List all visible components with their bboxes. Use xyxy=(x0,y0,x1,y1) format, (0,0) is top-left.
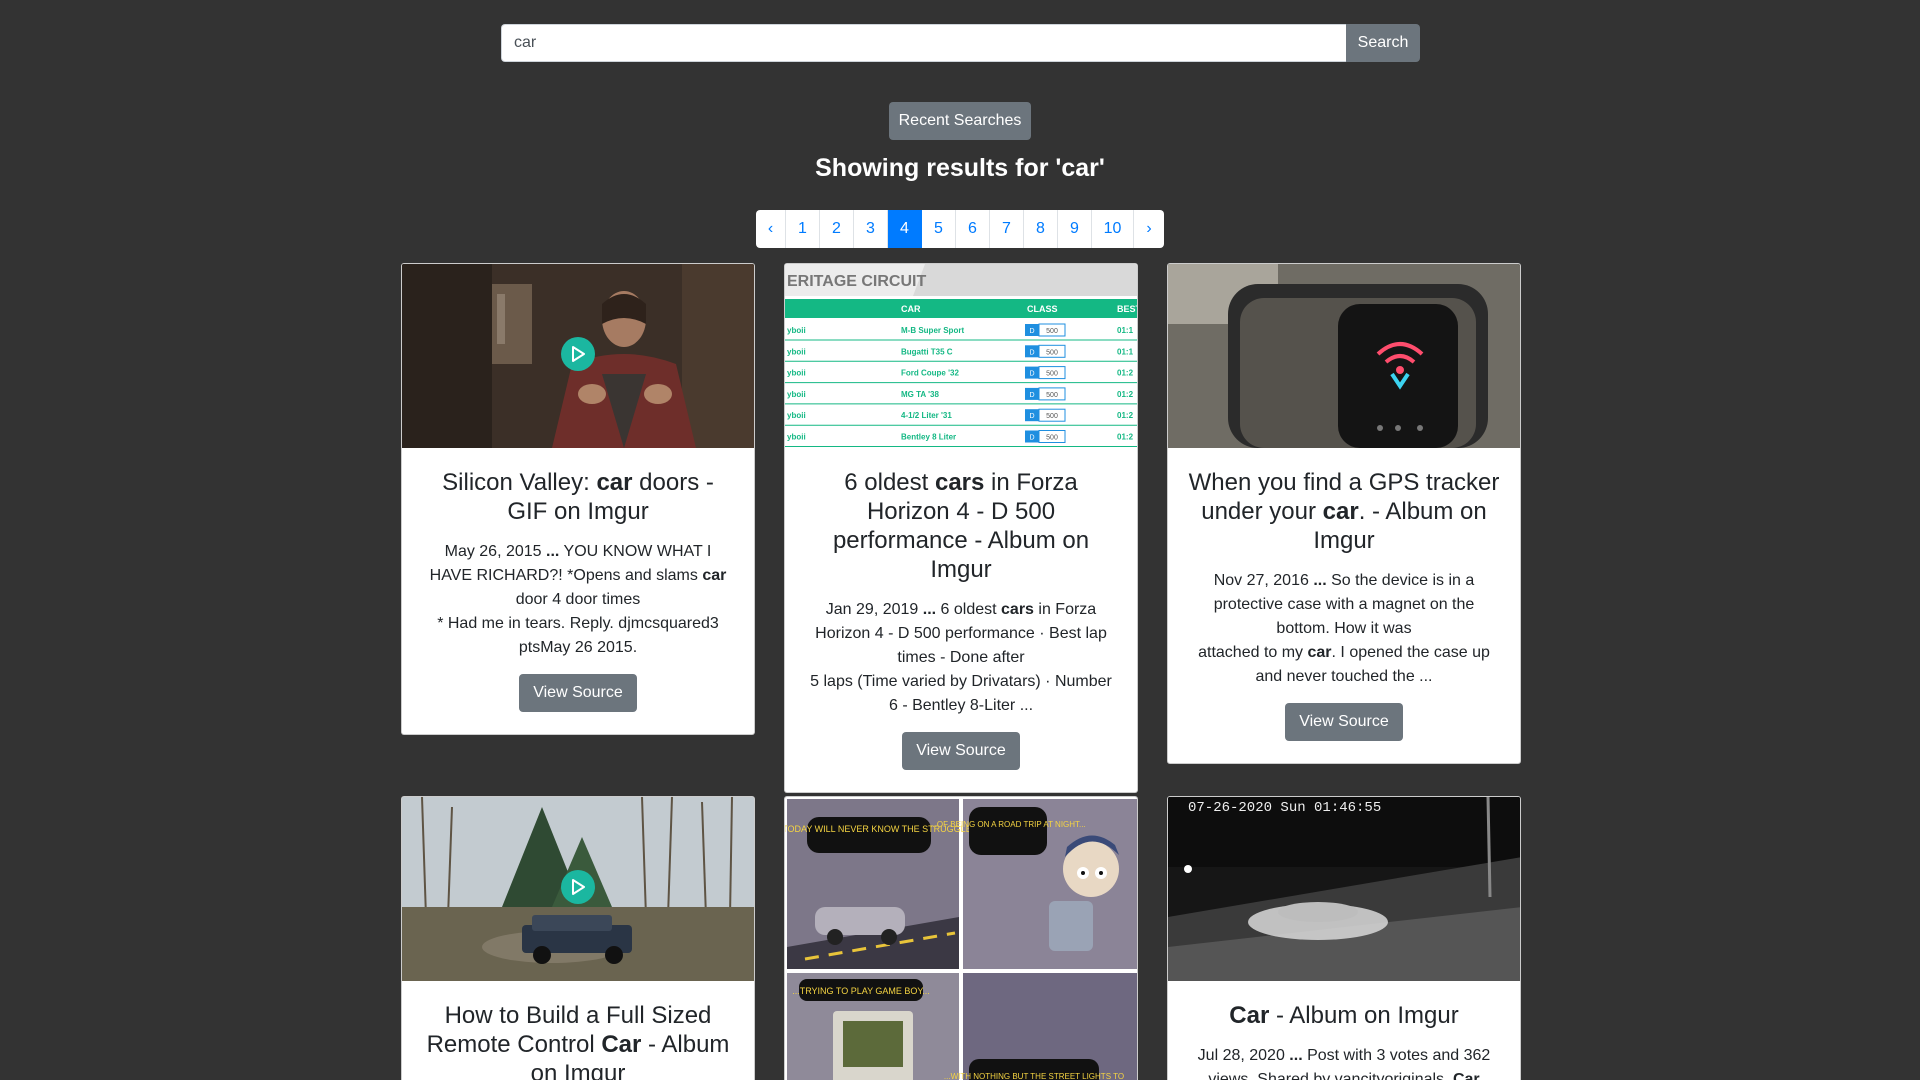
view-source-button[interactable]: View Source xyxy=(1285,703,1403,741)
table-header-best: BEST xyxy=(1117,304,1137,314)
result-card: 07-26-2020 Sun 01:46:55 Car - Album on I… xyxy=(1167,796,1521,1080)
card-snippet: Jul 28, 2020 ... Post with 3 votes and 3… xyxy=(1197,1047,1491,1080)
card-snippet: Nov 27, 2016 ... So the device is in a p… xyxy=(1198,572,1490,685)
result-thumbnail[interactable]: 07-26-2020 Sun 01:46:55 xyxy=(1168,797,1520,981)
page-link-9[interactable]: 9 xyxy=(1058,210,1092,248)
table-cell-class-letter: D xyxy=(1029,371,1034,378)
page-link-3[interactable]: 3 xyxy=(854,210,888,248)
table-cell-best: 01:2 xyxy=(1117,433,1134,442)
pagination: ‹ 1 2 3 4 5 6 7 8 9 10 › xyxy=(756,210,1164,248)
table-cell-car: Bentley 8 Liter xyxy=(901,433,956,442)
table-cell-player: yboii xyxy=(787,411,806,420)
table-cell-class-letter: D xyxy=(1029,349,1034,356)
result-thumbnail[interactable]: KIDS TODAY WILL NEVER KNOW THE STRUGGLE.… xyxy=(785,797,1137,1080)
result-thumbnail[interactable]: ERITAGE CIRCUIT CAR CLASS BEST yboii M-B … xyxy=(785,264,1137,448)
table-cell-class-value: 500 xyxy=(1046,392,1058,399)
search-button[interactable]: Search xyxy=(1346,24,1420,62)
result-card: How to Build a Full Sized Remote Control… xyxy=(401,796,755,1080)
table-cell-best: 01:2 xyxy=(1117,411,1134,420)
page-link-8[interactable]: 8 xyxy=(1024,210,1058,248)
view-source-button[interactable]: View Source xyxy=(902,732,1020,770)
table-cell-class-value: 500 xyxy=(1046,371,1058,378)
table-cell-player: yboii xyxy=(787,347,806,356)
results-heading: Showing results for 'car' xyxy=(815,154,1105,182)
page-link-4-active[interactable]: 4 xyxy=(888,210,922,248)
card-title: Car - Album on Imgur xyxy=(1229,1002,1459,1029)
table-cell-car: M-B Super Sport xyxy=(901,326,964,335)
view-source-button[interactable]: View Source xyxy=(519,674,637,712)
search-bar: Search xyxy=(501,24,1420,62)
comic-bubble-4: ...WITH NOTHING BUT THE STREET LIGHTS TO xyxy=(944,1072,1124,1080)
card-title: 6 oldest cars in Forza Horizon 4 - D 500… xyxy=(832,469,1090,583)
table-cell-player: yboii xyxy=(787,369,806,378)
table-cell-class-letter: D xyxy=(1029,328,1034,335)
card-title: How to Build a Full Sized Remote Control… xyxy=(426,1002,730,1080)
table-cell-car: Bugatti T35 C xyxy=(901,347,953,356)
page-link-2[interactable]: 2 xyxy=(820,210,854,248)
play-icon[interactable] xyxy=(561,870,595,904)
recent-searches-button[interactable]: Recent Searches xyxy=(889,102,1031,140)
table-cell-class-value: 500 xyxy=(1046,435,1058,442)
card-snippet: Jan 29, 2019 ... 6 oldest cars in Forza … xyxy=(810,601,1112,714)
result-thumbnail[interactable] xyxy=(402,797,754,981)
result-card: ERITAGE CIRCUIT CAR CLASS BEST yboii M-B … xyxy=(784,263,1138,793)
table-cell-best: 01:1 xyxy=(1117,326,1134,335)
result-thumbnail[interactable] xyxy=(402,264,754,448)
page-link-7[interactable]: 7 xyxy=(990,210,1024,248)
cctv-timestamp: 07-26-2020 Sun 01:46:55 xyxy=(1188,800,1381,816)
table-cell-best: 01:2 xyxy=(1117,390,1134,399)
table-cell-car: 4-1/2 Liter '31 xyxy=(901,411,952,420)
page-link-6[interactable]: 6 xyxy=(956,210,990,248)
play-icon[interactable] xyxy=(561,337,595,371)
table-cell-car: MG TA '38 xyxy=(901,390,939,399)
table-cell-class-value: 500 xyxy=(1046,328,1058,335)
table-cell-class-letter: D xyxy=(1029,392,1034,399)
table-header-class: CLASS xyxy=(1027,304,1058,314)
result-card: Silicon Valley: car doors - GIF on Imgur… xyxy=(401,263,755,735)
card-snippet: May 26, 2015 ... YOU KNOW WHAT I HAVE RI… xyxy=(429,543,727,656)
comic-bubble-3: ...TRYING TO PLAY GAME BOY... xyxy=(792,986,930,996)
table-cell-best: 01:2 xyxy=(1117,369,1134,378)
table-cell-player: yboii xyxy=(787,326,806,335)
card-title: When you find a GPS tracker under your c… xyxy=(1188,469,1500,554)
result-thumbnail[interactable] xyxy=(1168,264,1520,448)
page-next[interactable]: › xyxy=(1134,210,1164,248)
search-input[interactable] xyxy=(501,24,1346,62)
table-cell-class-value: 500 xyxy=(1046,413,1058,420)
table-cell-class-letter: D xyxy=(1029,435,1034,442)
page-prev[interactable]: ‹ xyxy=(756,210,786,248)
page-link-10[interactable]: 10 xyxy=(1092,210,1134,248)
table-cell-player: yboii xyxy=(787,390,806,399)
table-cell-best: 01:1 xyxy=(1117,347,1134,356)
comic-bubble-2: ...OF BEING ON A ROAD TRIP AT NIGHT... xyxy=(930,820,1085,829)
table-cell-class-value: 500 xyxy=(1046,349,1058,356)
table-cell-class-letter: D xyxy=(1029,413,1034,420)
card-title: Silicon Valley: car doors - GIF on Imgur xyxy=(442,469,714,525)
page-link-5[interactable]: 5 xyxy=(922,210,956,248)
table-cell-car: Ford Coupe '32 xyxy=(901,369,959,378)
result-card: KIDS TODAY WILL NEVER KNOW THE STRUGGLE.… xyxy=(784,796,1138,1080)
page-link-1[interactable]: 1 xyxy=(786,210,820,248)
result-card: When you find a GPS tracker under your c… xyxy=(1167,263,1521,764)
table-cell-player: yboii xyxy=(787,433,806,442)
table-header-car: CAR xyxy=(901,304,921,314)
table-banner: ERITAGE CIRCUIT xyxy=(787,273,926,290)
